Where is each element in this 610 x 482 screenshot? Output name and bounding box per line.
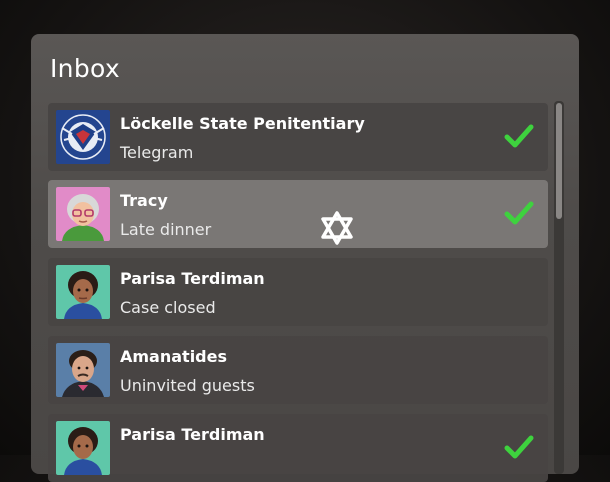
amanatides-portrait-icon bbox=[56, 343, 110, 397]
message-row-penitentiary[interactable]: Löckelle State Penitentiary Telegram bbox=[48, 103, 548, 171]
star-cursor-icon bbox=[321, 211, 353, 245]
penitentiary-seal-icon bbox=[56, 110, 110, 164]
scrollbar-thumb[interactable] bbox=[556, 103, 562, 219]
message-subject: Case closed bbox=[120, 298, 216, 317]
message-sender: Parisa Terdiman bbox=[120, 425, 265, 444]
read-check-icon bbox=[504, 124, 534, 148]
inbox-panel: Inbox Löckelle State Penitentiary Telegr… bbox=[31, 34, 579, 482]
message-row-parisa-2[interactable]: Parisa Terdiman bbox=[48, 414, 548, 482]
message-sender: Amanatides bbox=[120, 347, 227, 366]
message-sender: Tracy bbox=[120, 191, 168, 210]
message-subject: Uninvited guests bbox=[120, 376, 255, 395]
message-subject: Telegram bbox=[120, 143, 194, 162]
message-subject: Late dinner bbox=[120, 220, 212, 239]
message-sender: Parisa Terdiman bbox=[120, 269, 265, 288]
scrollbar[interactable] bbox=[554, 101, 564, 474]
read-check-icon bbox=[504, 201, 534, 225]
message-row-amanatides[interactable]: Amanatides Uninvited guests bbox=[48, 336, 548, 404]
tracy-portrait-icon bbox=[56, 187, 110, 241]
read-check-icon bbox=[504, 435, 534, 459]
message-row-parisa[interactable]: Parisa Terdiman Case closed bbox=[48, 258, 548, 326]
inbox-title: Inbox bbox=[50, 54, 120, 83]
parisa-portrait-icon bbox=[56, 421, 110, 475]
parisa-portrait-icon bbox=[56, 265, 110, 319]
message-sender: Löckelle State Penitentiary bbox=[120, 114, 365, 133]
message-row-tracy[interactable]: Tracy Late dinner bbox=[48, 180, 548, 248]
